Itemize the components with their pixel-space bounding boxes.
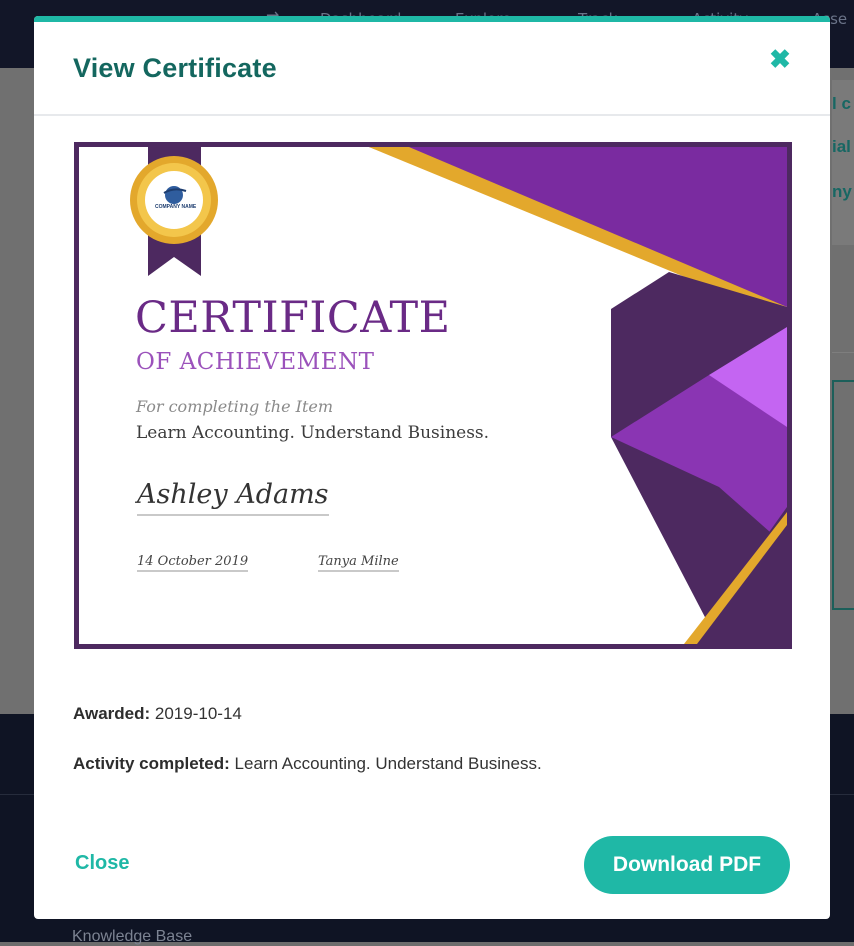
certificate-item: Learn Accounting. Understand Business. — [136, 423, 490, 443]
background-card: l c ial ny — [832, 80, 854, 245]
certificate-image: COMPANY NAME CERTIFICATE OF ACHIEVEMENT … — [74, 142, 792, 649]
close-icon[interactable]: ✖ — [767, 46, 793, 72]
activity-label: Activity completed: — [73, 754, 230, 773]
modal-accent-bar — [34, 16, 830, 22]
seal-company-name: COMPANY NAME — [155, 204, 197, 210]
certificate-for-text: For completing the Item — [136, 397, 334, 416]
background-card-text: l c — [832, 94, 851, 113]
certificate-body: COMPANY NAME CERTIFICATE OF ACHIEVEMENT … — [79, 147, 787, 644]
footer-link-knowledge-base: Knowledge Base — [72, 928, 193, 945]
modal-divider — [34, 114, 830, 116]
awarded-value: 2019-10-14 — [154, 704, 242, 723]
certificate-subtitle: OF ACHIEVEMENT — [136, 349, 375, 375]
awarded-label: Awarded: — [73, 704, 151, 723]
certificate-recipient: Ashley Adams — [137, 479, 329, 516]
certificate-signer: Tanya Milne — [318, 554, 399, 572]
close-button[interactable]: Close — [75, 852, 129, 875]
award-seal-icon — [130, 147, 218, 276]
activity-detail: Activity completed: Learn Accounting. Un… — [73, 754, 542, 774]
certificate-modal: View Certificate ✖ COMPANY NAME CERTIFIC… — [34, 16, 830, 919]
background-card-text: ial — [832, 137, 851, 156]
activity-value: Learn Accounting. Understand Business. — [234, 754, 542, 773]
background-divider — [832, 352, 854, 353]
download-pdf-button[interactable]: Download PDF — [584, 836, 790, 894]
background-panel — [832, 380, 854, 610]
modal-title: View Certificate — [73, 53, 277, 83]
awarded-detail: Awarded: 2019-10-14 — [73, 704, 242, 724]
certificate-date: 14 October 2019 — [137, 554, 249, 572]
certificate-title: CERTIFICATE — [135, 293, 451, 343]
background-card-text: ny — [832, 182, 852, 201]
